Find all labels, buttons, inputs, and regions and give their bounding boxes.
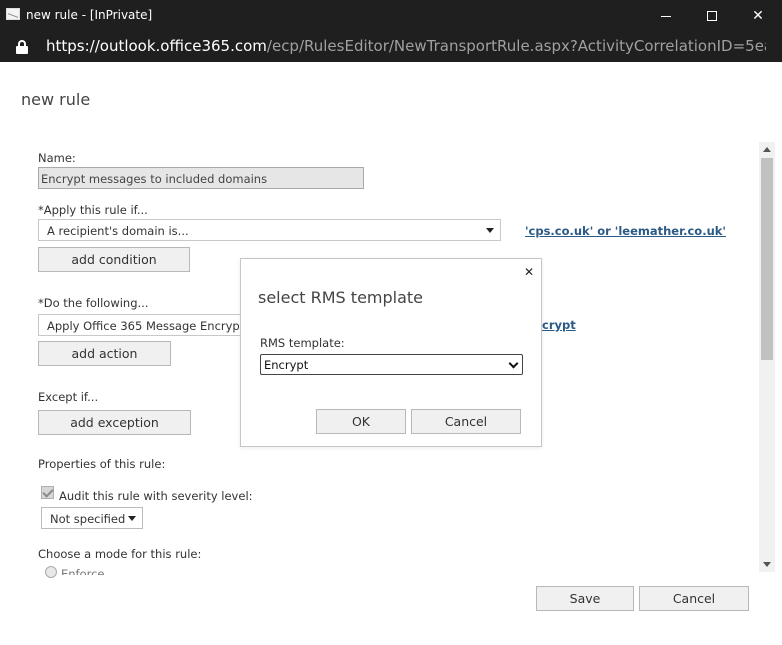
rms-template-dialog: ✕ select RMS template RMS template: Encr…: [240, 258, 542, 447]
enforce-label: Enforce: [61, 567, 105, 575]
dropdown-arrow-icon: [486, 228, 494, 233]
name-field: Encrypt messages to included domains: [38, 167, 364, 189]
scrollbar-thumb[interactable]: [761, 158, 773, 360]
minimize-button[interactable]: [643, 0, 689, 32]
name-label: Name:: [38, 151, 76, 165]
url-host: https://outlook.office365.com: [46, 37, 267, 55]
add-exception-button[interactable]: add exception: [38, 410, 191, 435]
apply-rule-label: *Apply this rule if...: [38, 203, 148, 217]
mail-icon: [6, 8, 20, 20]
title-bar: new rule - [InPrivate] ✕: [0, 0, 782, 32]
mode-label: Choose a mode for this rule:: [38, 547, 202, 561]
close-icon: ✕: [752, 8, 764, 24]
properties-label: Properties of this rule:: [38, 457, 166, 471]
maximize-icon: [707, 11, 717, 21]
save-button[interactable]: Save: [536, 586, 634, 611]
do-following-label: *Do the following...: [38, 296, 149, 310]
lock-icon: [16, 40, 28, 54]
dialog-cancel-button[interactable]: Cancel: [411, 409, 521, 434]
add-action-button[interactable]: add action: [38, 341, 171, 366]
severity-select[interactable]: Not specified: [41, 507, 143, 529]
rms-template-value: Encrypt: [264, 358, 309, 372]
minimize-icon: [661, 15, 671, 17]
audit-label: Audit this rule with severity level:: [59, 489, 253, 503]
rms-template-label: RMS template:: [260, 336, 345, 350]
window-title: new rule - [InPrivate]: [26, 8, 153, 22]
url-path: /ecp/RulesEditor/NewTransportRule.aspx?A…: [266, 37, 766, 55]
url-text[interactable]: https://outlook.office365.com/ecp/RulesE…: [46, 37, 766, 55]
condition-select[interactable]: A recipient's domain is...: [38, 219, 501, 241]
condition-select-value: A recipient's domain is...: [47, 224, 189, 238]
condition-domains-link[interactable]: 'cps.co.uk' or 'leemather.co.uk': [525, 224, 726, 238]
maximize-button[interactable]: [689, 0, 735, 32]
dropdown-arrow-icon: [128, 516, 136, 521]
rms-template-select[interactable]: Encrypt: [260, 354, 523, 375]
ok-button[interactable]: OK: [316, 409, 406, 434]
chevron-down-icon: [508, 358, 519, 369]
enforce-radio[interactable]: [45, 566, 57, 578]
cancel-button[interactable]: Cancel: [639, 586, 749, 611]
dialog-close-icon[interactable]: ✕: [524, 265, 534, 279]
scroll-up-icon[interactable]: [763, 147, 771, 152]
scroll-down-icon[interactable]: [763, 562, 771, 567]
page-title: new rule: [21, 90, 91, 109]
except-label: Except if...: [38, 390, 99, 404]
audit-checkbox[interactable]: [41, 486, 54, 499]
action-template-link[interactable]: crypt: [542, 318, 576, 332]
severity-select-value: Not specified: [50, 512, 126, 526]
action-select-value: Apply Office 365 Message Encryption: [47, 319, 262, 333]
add-condition-button[interactable]: add condition: [38, 247, 190, 272]
close-window-button[interactable]: ✕: [735, 0, 781, 32]
dialog-title: select RMS template: [258, 288, 424, 307]
